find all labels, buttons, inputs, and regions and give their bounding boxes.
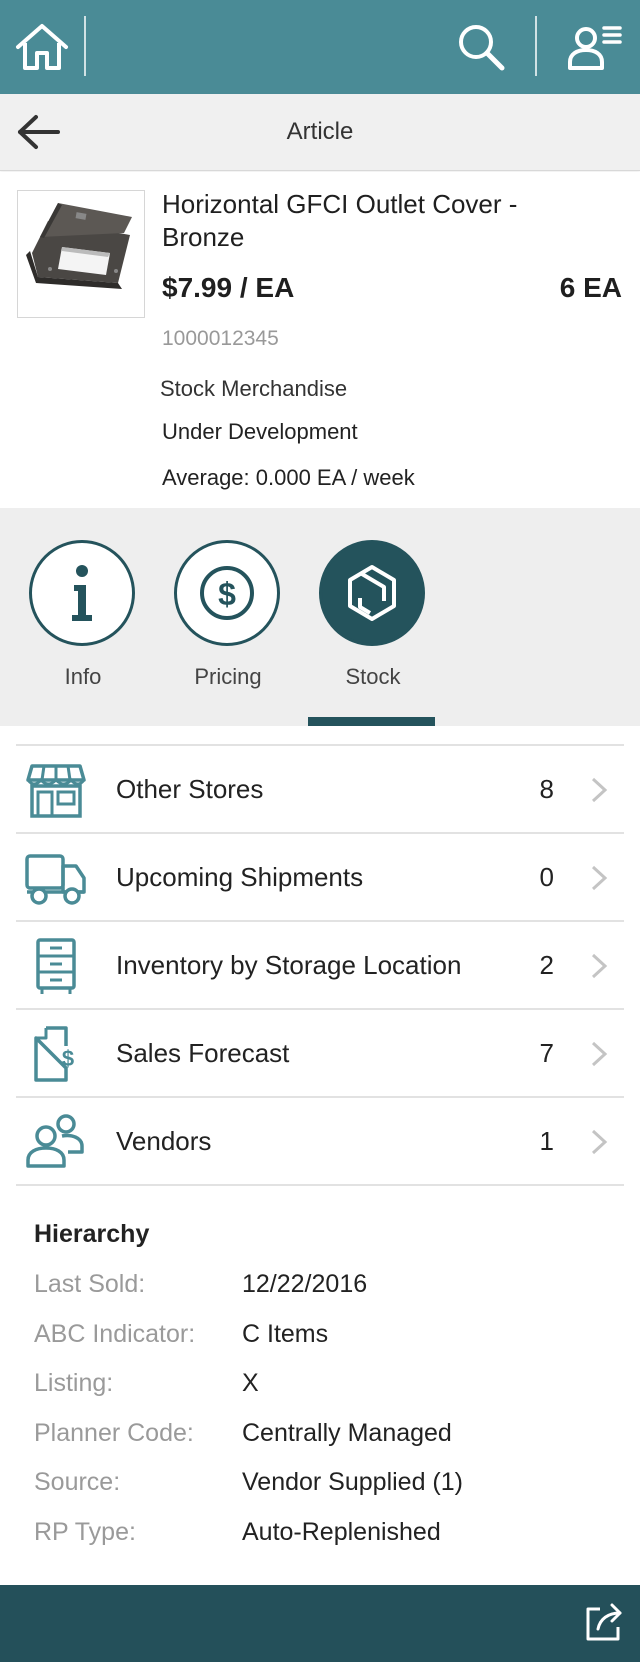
box-icon xyxy=(319,540,425,646)
hierarchy-value: X xyxy=(242,1369,259,1398)
average-sales: Average: 0.000 EA / week xyxy=(162,465,415,490)
hierarchy-row: Last Sold: 12/22/2016 xyxy=(34,1270,614,1320)
cabinet-icon xyxy=(24,936,88,996)
list-item-sales-forecast[interactable]: $ Sales Forecast 7 xyxy=(16,1008,624,1096)
tab-info[interactable]: Info xyxy=(28,540,138,700)
list-item-label: Other Stores xyxy=(116,774,264,804)
hierarchy-key: Source: xyxy=(34,1468,121,1497)
chevron-right-icon xyxy=(590,776,608,804)
list-item-label: Inventory by Storage Location xyxy=(116,950,462,980)
search-icon[interactable] xyxy=(456,22,506,72)
hierarchy-value: C Items xyxy=(242,1319,329,1348)
article-number: 1000012345 xyxy=(162,327,279,350)
hierarchy-title: Hierarchy xyxy=(34,1220,150,1248)
article-name: Horizontal GFCI Outlet Cover - Bronze xyxy=(162,189,518,252)
article-price: $7.99 / EA xyxy=(162,272,295,303)
list-item-upcoming-shipments[interactable]: Upcoming Shipments 0 xyxy=(16,832,624,920)
hierarchy-row: ABC Indicator: C Items xyxy=(34,1320,614,1370)
svg-text:$: $ xyxy=(62,1046,74,1071)
chevron-right-icon xyxy=(590,864,608,892)
svg-text:$: $ xyxy=(218,576,236,612)
hierarchy-key: Planner Code: xyxy=(34,1418,194,1447)
hierarchy-key: Listing: xyxy=(34,1369,114,1398)
chevron-right-icon xyxy=(590,1040,608,1068)
article-quantity: 6 EA xyxy=(559,272,622,303)
list-item-label: Vendors xyxy=(116,1126,212,1156)
hierarchy-key: Last Sold: xyxy=(34,1270,146,1298)
hierarchy-value: 12/22/2016 xyxy=(242,1270,368,1298)
list-item-label: Sales Forecast xyxy=(116,1038,290,1068)
hierarchy-section: Hierarchy Last Sold: 12/22/2016 ABC Indi… xyxy=(34,1220,614,1568)
article-summary: Horizontal GFCI Outlet Cover - Bronze $7… xyxy=(0,172,640,508)
hierarchy-row: Planner Code: Centrally Managed xyxy=(34,1419,614,1469)
article-tabs: Info $ Pricing Stock xyxy=(0,508,640,726)
tab-label: Pricing xyxy=(194,664,262,689)
divider xyxy=(16,1184,624,1186)
tab-label: Stock xyxy=(345,664,401,689)
list-item-count: 0 xyxy=(539,862,554,892)
nav-bar: Article xyxy=(0,94,640,171)
tab-stock[interactable]: Stock xyxy=(318,540,428,700)
tab-label: Info xyxy=(64,664,102,689)
hierarchy-key: ABC Indicator: xyxy=(34,1319,196,1348)
people-icon xyxy=(24,1112,88,1172)
chevron-right-icon xyxy=(590,952,608,980)
bottom-toolbar xyxy=(0,1585,640,1662)
hierarchy-value: Auto-Replenished xyxy=(242,1517,441,1546)
divider xyxy=(84,16,86,76)
hierarchy-key: RP Type: xyxy=(34,1517,136,1546)
user-menu-icon[interactable] xyxy=(568,22,624,72)
list-item-count: 7 xyxy=(539,1038,554,1068)
list-item-count: 8 xyxy=(539,774,554,804)
hierarchy-row: RP Type: Auto-Replenished xyxy=(34,1518,614,1568)
product-image[interactable] xyxy=(17,190,145,318)
tab-pricing[interactable]: $ Pricing xyxy=(173,540,283,700)
app-top-bar xyxy=(0,0,640,94)
list-item-vendors[interactable]: Vendors 1 xyxy=(16,1096,624,1184)
article-status: Under Development xyxy=(162,419,358,444)
chevron-right-icon xyxy=(590,1128,608,1156)
dollar-icon: $ xyxy=(174,540,280,646)
list-item-other-stores[interactable]: Other Stores 8 xyxy=(16,744,624,832)
store-icon xyxy=(24,760,88,820)
list-item-count: 2 xyxy=(539,950,554,980)
hierarchy-value: Vendor Supplied (1) xyxy=(242,1468,463,1497)
material-type: Stock Merchandise xyxy=(160,376,348,401)
hierarchy-row: Listing: X xyxy=(34,1369,614,1419)
active-tab-indicator xyxy=(308,717,435,726)
info-icon xyxy=(29,540,135,646)
list-item-label: Upcoming Shipments xyxy=(116,862,364,892)
hierarchy-value: Centrally Managed xyxy=(242,1418,452,1447)
page-title: Article xyxy=(286,118,354,145)
list-item-storage-location[interactable]: Inventory by Storage Location 2 xyxy=(16,920,624,1008)
divider xyxy=(535,16,537,76)
list-item-count: 1 xyxy=(539,1126,554,1156)
forecast-document-icon: $ xyxy=(24,1024,88,1084)
home-icon[interactable] xyxy=(14,22,70,72)
truck-icon xyxy=(24,848,88,908)
share-icon[interactable] xyxy=(582,1601,626,1645)
hierarchy-row: Source: Vendor Supplied (1) xyxy=(34,1468,614,1518)
